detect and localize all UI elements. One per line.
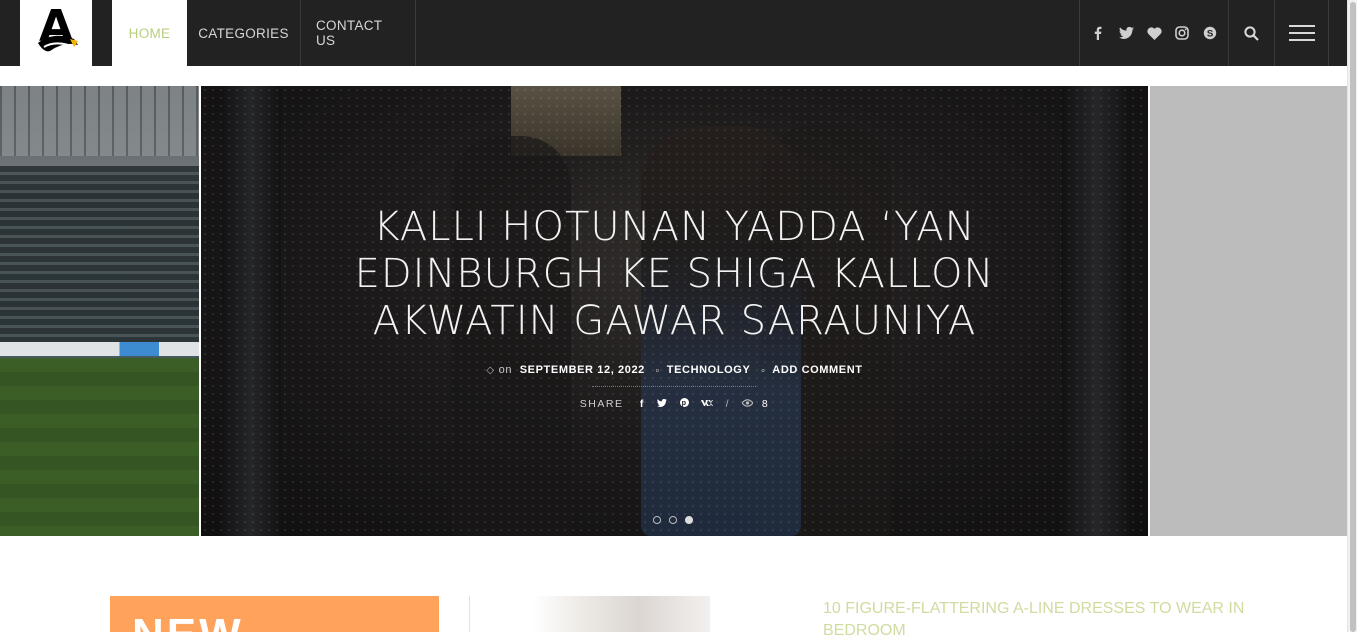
diamond-icon: ◇: [486, 365, 495, 376]
promo-text: NEW: [132, 610, 244, 632]
nav-home[interactable]: HOME: [112, 0, 187, 66]
svg-text:p: p: [681, 398, 687, 407]
search-button[interactable]: [1229, 0, 1275, 66]
post-date-link[interactable]: SEPTEMBER 12, 2022: [520, 364, 645, 376]
heart-icon[interactable]: [1145, 24, 1163, 42]
share-separator: /: [725, 398, 731, 410]
stadium-stands: [0, 166, 199, 356]
views-count: 8: [761, 398, 770, 410]
slide-meta: ◇ on SEPTEMBER 12, 2022 ∘ TECHNOLOGY ∘ ADD …: [201, 364, 1148, 376]
eagle-logo-icon: A: [38, 1, 78, 52]
separator-dot: ∘: [760, 365, 767, 375]
nav-contact-us[interactable]: CONTACT US: [301, 0, 416, 66]
post-title-link[interactable]: 10 FIGURE-FLATTERING A-LINE DRESSES TO W…: [823, 598, 1253, 642]
promo-banner[interactable]: NEW: [110, 596, 439, 632]
stadium-ad-boards: [0, 342, 199, 356]
add-comment-link[interactable]: ADD COMMENT: [772, 364, 862, 376]
share-pinterest-icon[interactable]: p: [679, 398, 689, 410]
slide-previous-stadium-image[interactable]: [0, 86, 199, 536]
nav-categories[interactable]: CATEGORIES: [187, 0, 301, 66]
site-logo[interactable]: A: [20, 0, 92, 66]
stadium-pitch: [0, 358, 199, 536]
share-vk-icon[interactable]: [701, 398, 714, 410]
slider-dot[interactable]: [669, 516, 677, 524]
hamburger-menu-icon: [1288, 25, 1315, 41]
slider-dot[interactable]: [653, 516, 661, 524]
meta-on-label: on: [498, 364, 513, 376]
meta-divider: [592, 386, 756, 387]
slider-dot-active[interactable]: [685, 516, 693, 524]
skype-icon[interactable]: S: [1201, 24, 1219, 42]
svg-text:S: S: [1207, 28, 1213, 39]
hamburger-menu-button[interactable]: [1275, 0, 1329, 66]
share-bar: SHARE f p / 8: [201, 398, 1148, 410]
top-navigation-bar: A HOME CATEGORIES CONTACT US S: [0, 0, 1357, 66]
share-twitter-icon[interactable]: [657, 398, 668, 410]
share-facebook-icon[interactable]: f: [640, 398, 645, 410]
scrollbar-thumb[interactable]: [1350, 2, 1356, 632]
slider-pagination: [653, 516, 693, 524]
post-thumbnail[interactable]: [532, 596, 710, 632]
facebook-icon[interactable]: [1089, 24, 1107, 42]
views-eye-icon: [741, 398, 755, 410]
main-nav: HOME CATEGORIES CONTACT US: [112, 0, 416, 66]
search-icon: [1244, 25, 1259, 41]
slide-next-placeholder[interactable]: [1150, 86, 1347, 536]
category-link[interactable]: TECHNOLOGY: [667, 364, 751, 376]
instagram-icon[interactable]: [1173, 24, 1191, 42]
column-divider: [469, 596, 470, 632]
scrollbar[interactable]: [1347, 0, 1357, 632]
twitter-icon[interactable]: [1117, 24, 1135, 42]
share-label: SHARE: [579, 398, 624, 410]
social-links: S: [1079, 0, 1229, 66]
featured-slide[interactable]: KALLI HOTUNAN YADDA ‘YAN EDINBURGH KE SH…: [201, 86, 1148, 536]
separator-dot: ∘: [654, 365, 661, 375]
slide-title[interactable]: KALLI HOTUNAN YADDA ‘YAN EDINBURGH KE SH…: [301, 204, 1048, 345]
stadium-roof: [0, 86, 199, 156]
